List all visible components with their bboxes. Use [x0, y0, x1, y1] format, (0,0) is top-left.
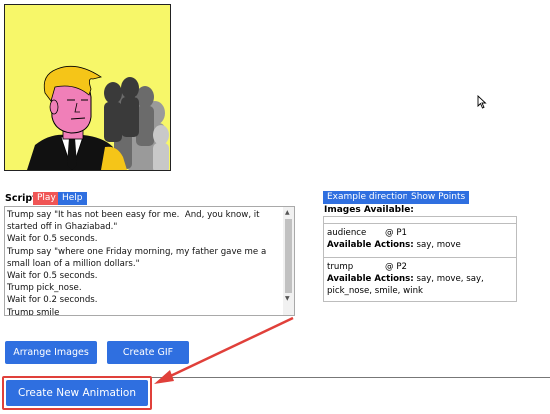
image-name: trump	[327, 262, 354, 272]
image-item-audience[interactable]: audience @ P1 Available Actions: say, mov…	[324, 223, 516, 257]
available-actions-label: Available Actions:	[327, 274, 414, 284]
annotation-arrow-icon	[154, 316, 294, 384]
scene-illustration	[27, 65, 169, 170]
script-textarea[interactable]: Trump say "It has not been easy for me. …	[4, 206, 295, 316]
image-name: audience	[327, 228, 367, 238]
mouse-cursor-icon	[477, 95, 487, 109]
script-scrollbar[interactable]: ▲ ▼	[283, 207, 294, 315]
script-text[interactable]: Trump say "It has not been easy for me. …	[7, 209, 284, 315]
scroll-thumb[interactable]	[285, 219, 292, 293]
image-actions: say, move	[416, 240, 461, 250]
arrange-images-button[interactable]: Arrange Images	[5, 341, 97, 364]
script-label: Script	[5, 193, 37, 204]
example-directions-button[interactable]: Example directions	[323, 191, 418, 204]
play-button[interactable]: Play	[33, 192, 60, 205]
show-points-button[interactable]: Show Points	[407, 191, 470, 204]
images-available-title: Images Available:	[324, 205, 414, 215]
scroll-down-icon[interactable]: ▼	[285, 295, 290, 302]
animation-canvas[interactable]	[4, 4, 171, 171]
available-actions-label: Available Actions:	[327, 240, 414, 250]
scroll-up-icon[interactable]: ▲	[285, 209, 290, 216]
image-item-trump[interactable]: trump @ P2 Available Actions: say, move, …	[324, 257, 516, 303]
image-player: @ P2	[385, 262, 407, 272]
highlight-box	[2, 376, 152, 410]
image-player: @ P1	[385, 228, 407, 238]
images-available-panel: audience @ P1 Available Actions: say, mov…	[323, 216, 517, 302]
help-button[interactable]: Help	[58, 192, 87, 205]
